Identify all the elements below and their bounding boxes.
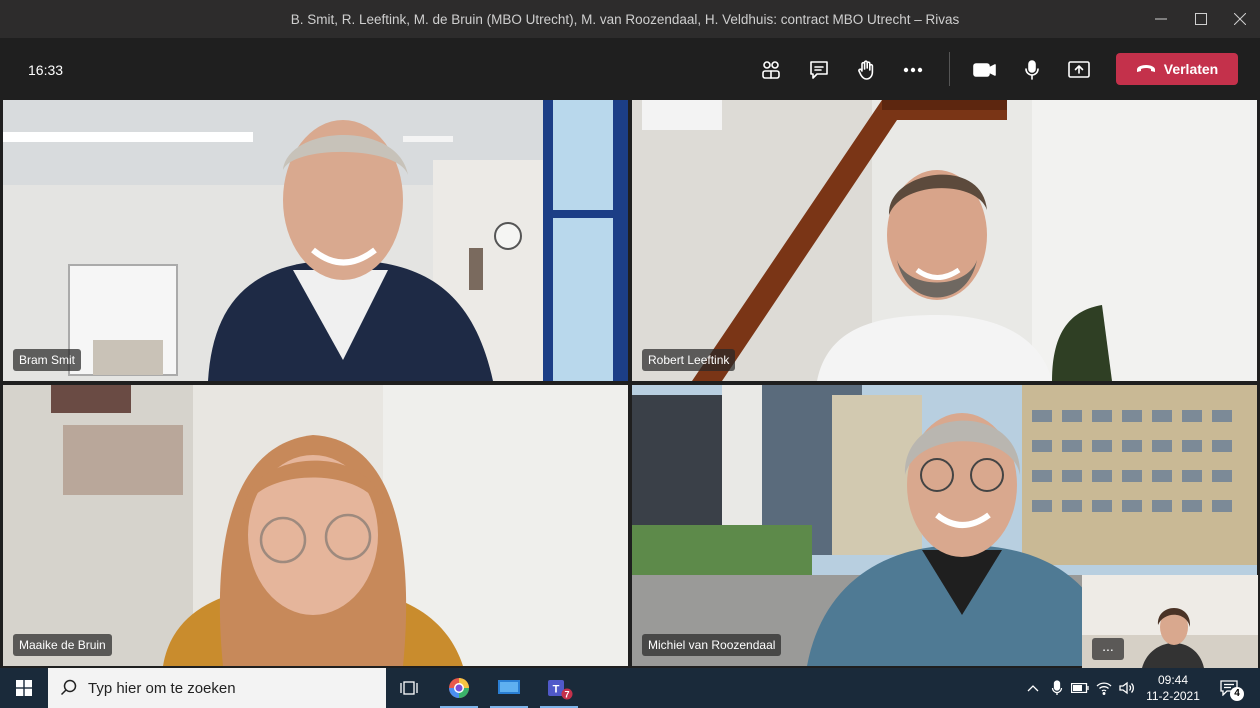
hang-up-icon xyxy=(1136,65,1155,72)
participant-name: Michiel van Roozendaal xyxy=(642,634,782,656)
battery-icon xyxy=(1071,683,1089,693)
maximize-icon xyxy=(1195,13,1207,25)
close-button[interactable] xyxy=(1220,0,1260,38)
close-icon xyxy=(1234,13,1246,25)
wifi-icon xyxy=(1096,682,1112,695)
participant-name: Robert Leeftink xyxy=(642,349,736,371)
tray-expand-button[interactable] xyxy=(1022,668,1044,708)
taskbar-app-teams[interactable]: T 7 xyxy=(536,668,582,708)
chat-icon xyxy=(810,61,828,79)
search-icon xyxy=(60,679,77,696)
tray-volume[interactable] xyxy=(1116,668,1138,708)
share-screen-icon xyxy=(1068,61,1090,78)
meeting-toolbar: 16:33 Verlaten xyxy=(0,38,1260,100)
tray-microphone[interactable] xyxy=(1046,668,1068,708)
share-screen-button[interactable] xyxy=(1063,54,1095,86)
notifications-count: 4 xyxy=(1230,687,1244,701)
self-view[interactable]: ... xyxy=(1082,575,1258,668)
microphone-tray-icon xyxy=(1051,680,1063,695)
chevron-up-icon xyxy=(1027,685,1039,692)
participant-name: Bram Smit xyxy=(13,349,82,371)
teams-badge-count: 7 xyxy=(564,690,569,700)
tray-network[interactable] xyxy=(1093,668,1115,708)
camera-button[interactable] xyxy=(969,54,1001,86)
people-icon xyxy=(762,61,780,79)
video-feed xyxy=(632,100,1257,381)
system-date: 11-2-2021 xyxy=(1146,689,1200,703)
minimize-button[interactable] xyxy=(1141,0,1181,38)
video-tile-bram-smit[interactable]: Bram Smit xyxy=(3,100,628,381)
meeting-timer: 16:33 xyxy=(28,62,64,78)
window-title: B. Smit, R. Leeftink, M. de Bruin (MBO U… xyxy=(290,12,960,27)
more-actions-button[interactable] xyxy=(897,54,929,86)
participants-button[interactable] xyxy=(755,54,787,86)
windows-taskbar: T 7 09:44 11-2-2021 4 xyxy=(0,668,1260,708)
svg-text:T: T xyxy=(553,684,560,696)
video-feed xyxy=(3,385,628,666)
microphone-button[interactable] xyxy=(1016,54,1048,86)
window-titlebar: B. Smit, R. Leeftink, M. de Bruin (MBO U… xyxy=(0,0,1260,38)
minimize-icon xyxy=(1155,18,1167,20)
more-icon xyxy=(903,67,923,73)
chat-button[interactable] xyxy=(803,54,835,86)
start-button[interactable] xyxy=(0,668,48,708)
video-tile-robert-leeftink[interactable]: Robert Leeftink xyxy=(632,100,1257,381)
task-view-button[interactable] xyxy=(386,668,432,708)
video-grid: Bram Smit Robert Leeftink Maaike de Brui… xyxy=(0,100,1260,668)
system-time: 09:44 xyxy=(1157,673,1189,687)
browser-icon xyxy=(449,678,469,698)
raise-hand-button[interactable] xyxy=(850,54,882,86)
windows-logo-icon xyxy=(16,680,32,696)
taskbar-app-browser[interactable] xyxy=(436,668,482,708)
participant-name: Maaike de Bruin xyxy=(13,634,112,656)
hand-icon xyxy=(858,60,874,80)
monitor-icon xyxy=(498,680,520,694)
self-view-more-button[interactable]: ... xyxy=(1092,638,1124,660)
task-view-icon xyxy=(400,681,418,695)
maximize-button[interactable] xyxy=(1181,0,1221,38)
system-clock[interactable]: 09:44 11-2-2021 xyxy=(1140,672,1206,704)
video-feed xyxy=(3,100,628,381)
video-tile-maaike-de-bruin[interactable]: Maaike de Bruin xyxy=(3,385,628,666)
taskbar-app-explorer[interactable] xyxy=(486,668,532,708)
taskbar-search[interactable] xyxy=(48,668,386,708)
leave-button[interactable]: Verlaten xyxy=(1116,53,1238,85)
speaker-icon xyxy=(1119,681,1134,695)
teams-icon: T 7 xyxy=(548,680,573,700)
microphone-icon xyxy=(1025,60,1039,80)
tray-battery[interactable] xyxy=(1069,668,1091,708)
camera-icon xyxy=(973,63,996,77)
leave-label: Verlaten xyxy=(1163,61,1219,77)
search-input[interactable] xyxy=(88,679,368,697)
toolbar-divider xyxy=(949,52,950,86)
